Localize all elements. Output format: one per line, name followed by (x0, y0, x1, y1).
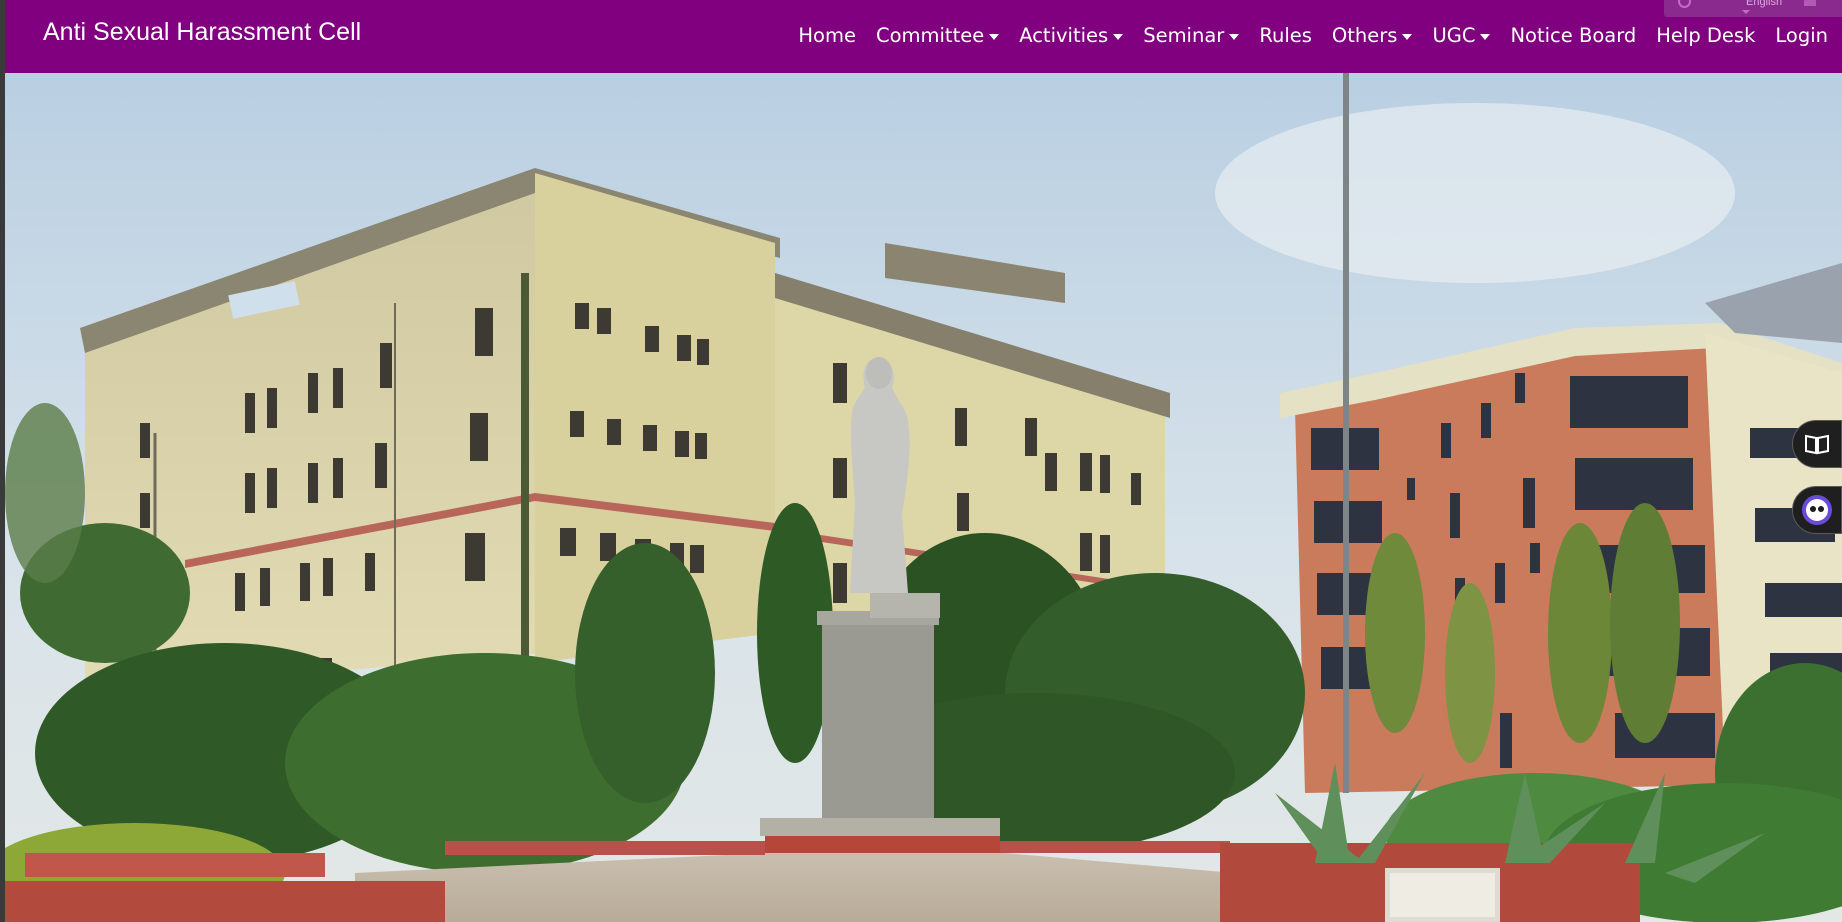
nav-menu: Home Committee Activities Seminar Rules … (778, 24, 1828, 47)
book-icon (1805, 434, 1829, 455)
nav-home[interactable]: Home (798, 24, 856, 47)
nav-others-label: Others (1331, 24, 1398, 47)
top-navbar: Anti Sexual Harassment Cell Home Committ… (5, 0, 1842, 73)
nav-activities-label: Activities (1019, 24, 1109, 47)
nav-committee-label: Committee (875, 24, 985, 47)
hero-banner (5, 73, 1842, 922)
site-brand[interactable]: Anti Sexual Harassment Cell (43, 18, 361, 47)
search-icon[interactable] (1678, 0, 1691, 8)
nav-others[interactable]: Others (1332, 24, 1413, 47)
user-icon[interactable] (1804, 0, 1816, 6)
nav-login-label: Login (1775, 24, 1828, 47)
nav-rules[interactable]: Rules (1259, 24, 1312, 47)
nav-help-desk[interactable]: Help Desk (1656, 24, 1755, 47)
language-widget[interactable]: English (1664, 0, 1842, 17)
nav-login[interactable]: Login (1775, 24, 1828, 47)
ground (5, 841, 1640, 922)
nav-seminar-label: Seminar (1143, 24, 1225, 47)
campus-photo (5, 73, 1842, 922)
nav-rules-label: Rules (1259, 24, 1312, 47)
caret-down-icon (1402, 33, 1413, 40)
nav-seminar[interactable]: Seminar (1143, 24, 1240, 47)
nav-notice-board-label: Notice Board (1510, 24, 1637, 47)
chevron-down-icon[interactable] (1742, 10, 1750, 14)
caret-down-icon (1113, 33, 1124, 40)
nav-notice-board[interactable]: Notice Board (1510, 24, 1636, 47)
nav-ugc[interactable]: UGC (1432, 24, 1491, 47)
caret-down-icon (1229, 33, 1240, 40)
chatbot-button[interactable] (1792, 486, 1842, 534)
language-label: English (1746, 0, 1783, 8)
nav-ugc-label: UGC (1432, 24, 1476, 47)
caret-down-icon (989, 33, 1000, 40)
reader-mode-button[interactable] (1792, 420, 1842, 468)
nav-activities[interactable]: Activities (1019, 24, 1124, 47)
nav-help-desk-label: Help Desk (1656, 24, 1756, 47)
caret-down-icon (1480, 33, 1491, 40)
nav-home-label: Home (798, 24, 856, 47)
nav-committee[interactable]: Committee (875, 24, 1000, 47)
chatbot-icon (1802, 495, 1832, 525)
